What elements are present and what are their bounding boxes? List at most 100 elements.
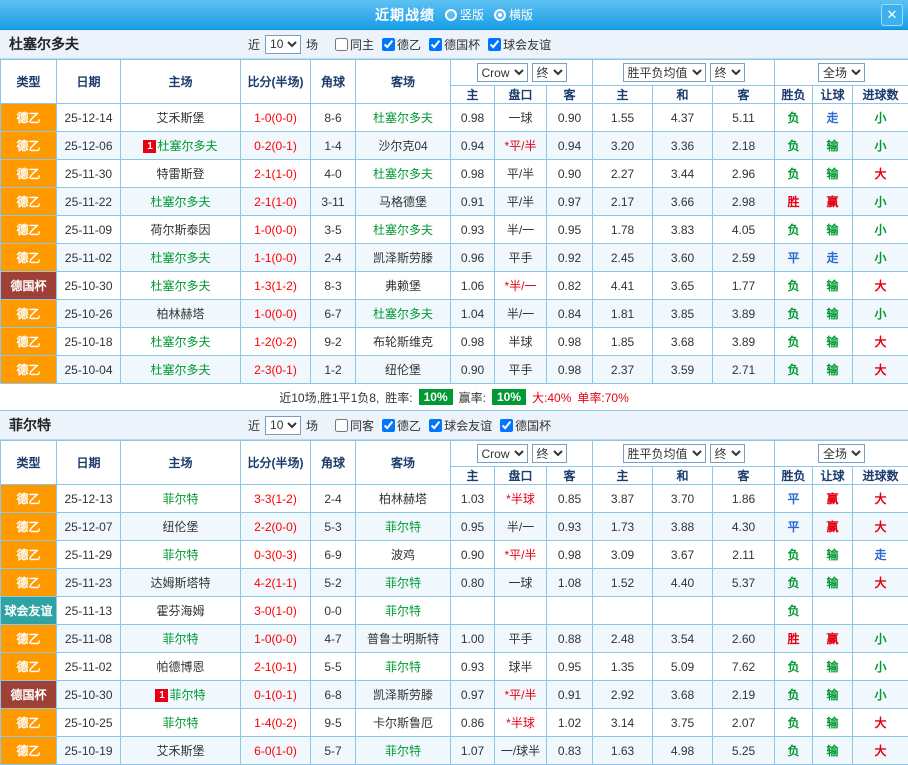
- score: 1-0(0-0): [241, 300, 311, 328]
- checkbox-input[interactable]: [335, 38, 348, 51]
- home-team: 杜塞尔多夫: [121, 328, 241, 356]
- euro-odds-draw: 3.67: [653, 541, 713, 569]
- filter-checkbox-球会友谊[interactable]: 球会友谊: [488, 36, 551, 53]
- matches-unit-label: 场: [306, 36, 318, 53]
- euro-odds-away: 4.05: [713, 216, 775, 244]
- checkbox-input[interactable]: [429, 38, 442, 51]
- checkbox-input[interactable]: [500, 419, 513, 432]
- filter-checkbox-德国杯[interactable]: 德国杯: [429, 36, 480, 53]
- filter-checkbox-德国杯[interactable]: 德国杯: [500, 417, 551, 434]
- euro-odds-draw: 3.60: [653, 244, 713, 272]
- euro-odds-draw: 3.59: [653, 356, 713, 384]
- filter-checkbox-德乙[interactable]: 德乙: [382, 417, 421, 434]
- asian-odds-away: 0.92: [547, 244, 593, 272]
- team-section: 菲尔特 近 10 场 同客德乙球会友谊德国杯 类型 日期 主场: [0, 411, 908, 765]
- match-count-select[interactable]: 10: [265, 416, 301, 435]
- euro-odds-draw: 3.75: [653, 709, 713, 737]
- away-team: 菲尔特: [356, 569, 451, 597]
- bookmaker-select[interactable]: Crow: [477, 444, 528, 463]
- filter-checkbox-德乙[interactable]: 德乙: [382, 36, 421, 53]
- score: 1-3(1-2): [241, 272, 311, 300]
- summary-row: 近10场,胜1平1负8, 胜率: 10% 赢率: 10% 大:40% 单率:70…: [0, 384, 908, 411]
- handicap-line: 半/一: [495, 216, 547, 244]
- checkbox-input[interactable]: [335, 419, 348, 432]
- checkbox-label: 德乙: [397, 36, 421, 53]
- europe-metric-select[interactable]: 胜平负均值: [623, 444, 706, 463]
- vertical-radio-icon[interactable]: [445, 9, 457, 21]
- asian-odds-away: 0.90: [547, 104, 593, 132]
- vertical-label: 竖版: [460, 6, 484, 23]
- goals-result: 大: [853, 160, 908, 188]
- layout-option-horizontal[interactable]: 横版: [494, 6, 533, 23]
- home-team: 菲尔特: [121, 485, 241, 513]
- corner-score: 3-11: [311, 188, 356, 216]
- bookmaker-select[interactable]: Crow: [477, 63, 528, 82]
- checkbox-input[interactable]: [382, 419, 395, 432]
- col-header-type: 类型: [1, 441, 57, 485]
- match-row: 德乙25-10-25菲尔特1-4(0-2)9-5卡尔斯鲁厄0.86*半球1.02…: [1, 709, 908, 737]
- layout-option-vertical[interactable]: 竖版: [445, 6, 484, 23]
- home-team: 菲尔特: [121, 541, 241, 569]
- euro-odds-draw: 3.68: [653, 328, 713, 356]
- filter-checkbox-同客[interactable]: 同客: [335, 417, 374, 434]
- europe-time-select[interactable]: 终: [710, 63, 745, 82]
- euro-odds-home: 3.14: [593, 709, 653, 737]
- horizontal-label: 横版: [509, 6, 533, 23]
- league-type-badge: 德乙: [1, 513, 57, 541]
- horizontal-radio-icon[interactable]: [494, 9, 506, 21]
- match-date: 25-10-30: [57, 681, 121, 709]
- odds-time-select[interactable]: 终: [532, 63, 567, 82]
- away-team: 布轮斯维克: [356, 328, 451, 356]
- filter-checkbox-同主[interactable]: 同主: [335, 36, 374, 53]
- checkbox-input[interactable]: [382, 38, 395, 51]
- record-summary-text: 近10场,胜1平1负8,: [279, 389, 379, 406]
- goals-result: 走: [853, 541, 908, 569]
- col-header-corner: 角球: [311, 60, 356, 104]
- score: 3-3(1-2): [241, 485, 311, 513]
- euro-odds-away: 2.96: [713, 160, 775, 188]
- handicap-line: 一球: [495, 104, 547, 132]
- checkbox-label: 同客: [350, 417, 374, 434]
- goals-result: 大: [853, 328, 908, 356]
- match-result: 负: [775, 328, 813, 356]
- home-team: 纽伦堡: [121, 513, 241, 541]
- period-select[interactable]: 全场: [818, 63, 865, 82]
- checkbox-input[interactable]: [429, 419, 442, 432]
- matches-unit-label: 场: [306, 417, 318, 434]
- match-row: 德乙25-12-13菲尔特3-3(1-2)2-4柏林赫塔1.03*半球0.853…: [1, 485, 908, 513]
- away-team: 凯泽斯劳滕: [356, 681, 451, 709]
- match-row: 德乙25-11-29菲尔特0-3(0-3)6-9波鸡0.90*平/半0.983.…: [1, 541, 908, 569]
- win-rate-badge: 10%: [419, 389, 453, 405]
- match-date: 25-11-08: [57, 625, 121, 653]
- odds-time-select[interactable]: 终: [532, 444, 567, 463]
- match-date: 25-12-14: [57, 104, 121, 132]
- match-row: 德国杯25-10-301菲尔特0-1(0-1)6-8凯泽斯劳滕0.97*平/半0…: [1, 681, 908, 709]
- handicap-result: 输: [813, 328, 853, 356]
- euro-odds-draw: 3.65: [653, 272, 713, 300]
- filter-checkbox-球会友谊[interactable]: 球会友谊: [429, 417, 492, 434]
- checkbox-label: 德国杯: [515, 417, 551, 434]
- europe-time-select[interactable]: 终: [710, 444, 745, 463]
- goals-result: 大: [853, 485, 908, 513]
- europe-metric-select[interactable]: 胜平负均值: [623, 63, 706, 82]
- match-count-select[interactable]: 10: [265, 35, 301, 54]
- period-select[interactable]: 全场: [818, 444, 865, 463]
- euro-odds-away: 2.19: [713, 681, 775, 709]
- subcol-handicap-result: 让球: [813, 467, 853, 485]
- euro-odds-away: 2.18: [713, 132, 775, 160]
- handicap-line: 半球: [495, 328, 547, 356]
- handicap-line: 平手: [495, 625, 547, 653]
- handicap-line: *平/半: [495, 541, 547, 569]
- goals-result: 小: [853, 653, 908, 681]
- match-row: 德乙25-12-07纽伦堡2-2(0-0)5-3菲尔特0.95半/一0.931.…: [1, 513, 908, 541]
- match-date: 25-12-07: [57, 513, 121, 541]
- panel-title: 近期战绩: [375, 5, 435, 25]
- euro-odds-draw: 3.66: [653, 188, 713, 216]
- checkbox-input[interactable]: [488, 38, 501, 51]
- euro-odds-home: 1.55: [593, 104, 653, 132]
- asian-odds-home: 1.00: [451, 625, 495, 653]
- corner-score: 5-5: [311, 653, 356, 681]
- goals-result: 小: [853, 188, 908, 216]
- close-icon[interactable]: ✕: [881, 4, 903, 26]
- results-table: 类型 日期 主场 比分(半场) 角球 客场 Crow终 胜平负均值终 全场: [0, 59, 908, 384]
